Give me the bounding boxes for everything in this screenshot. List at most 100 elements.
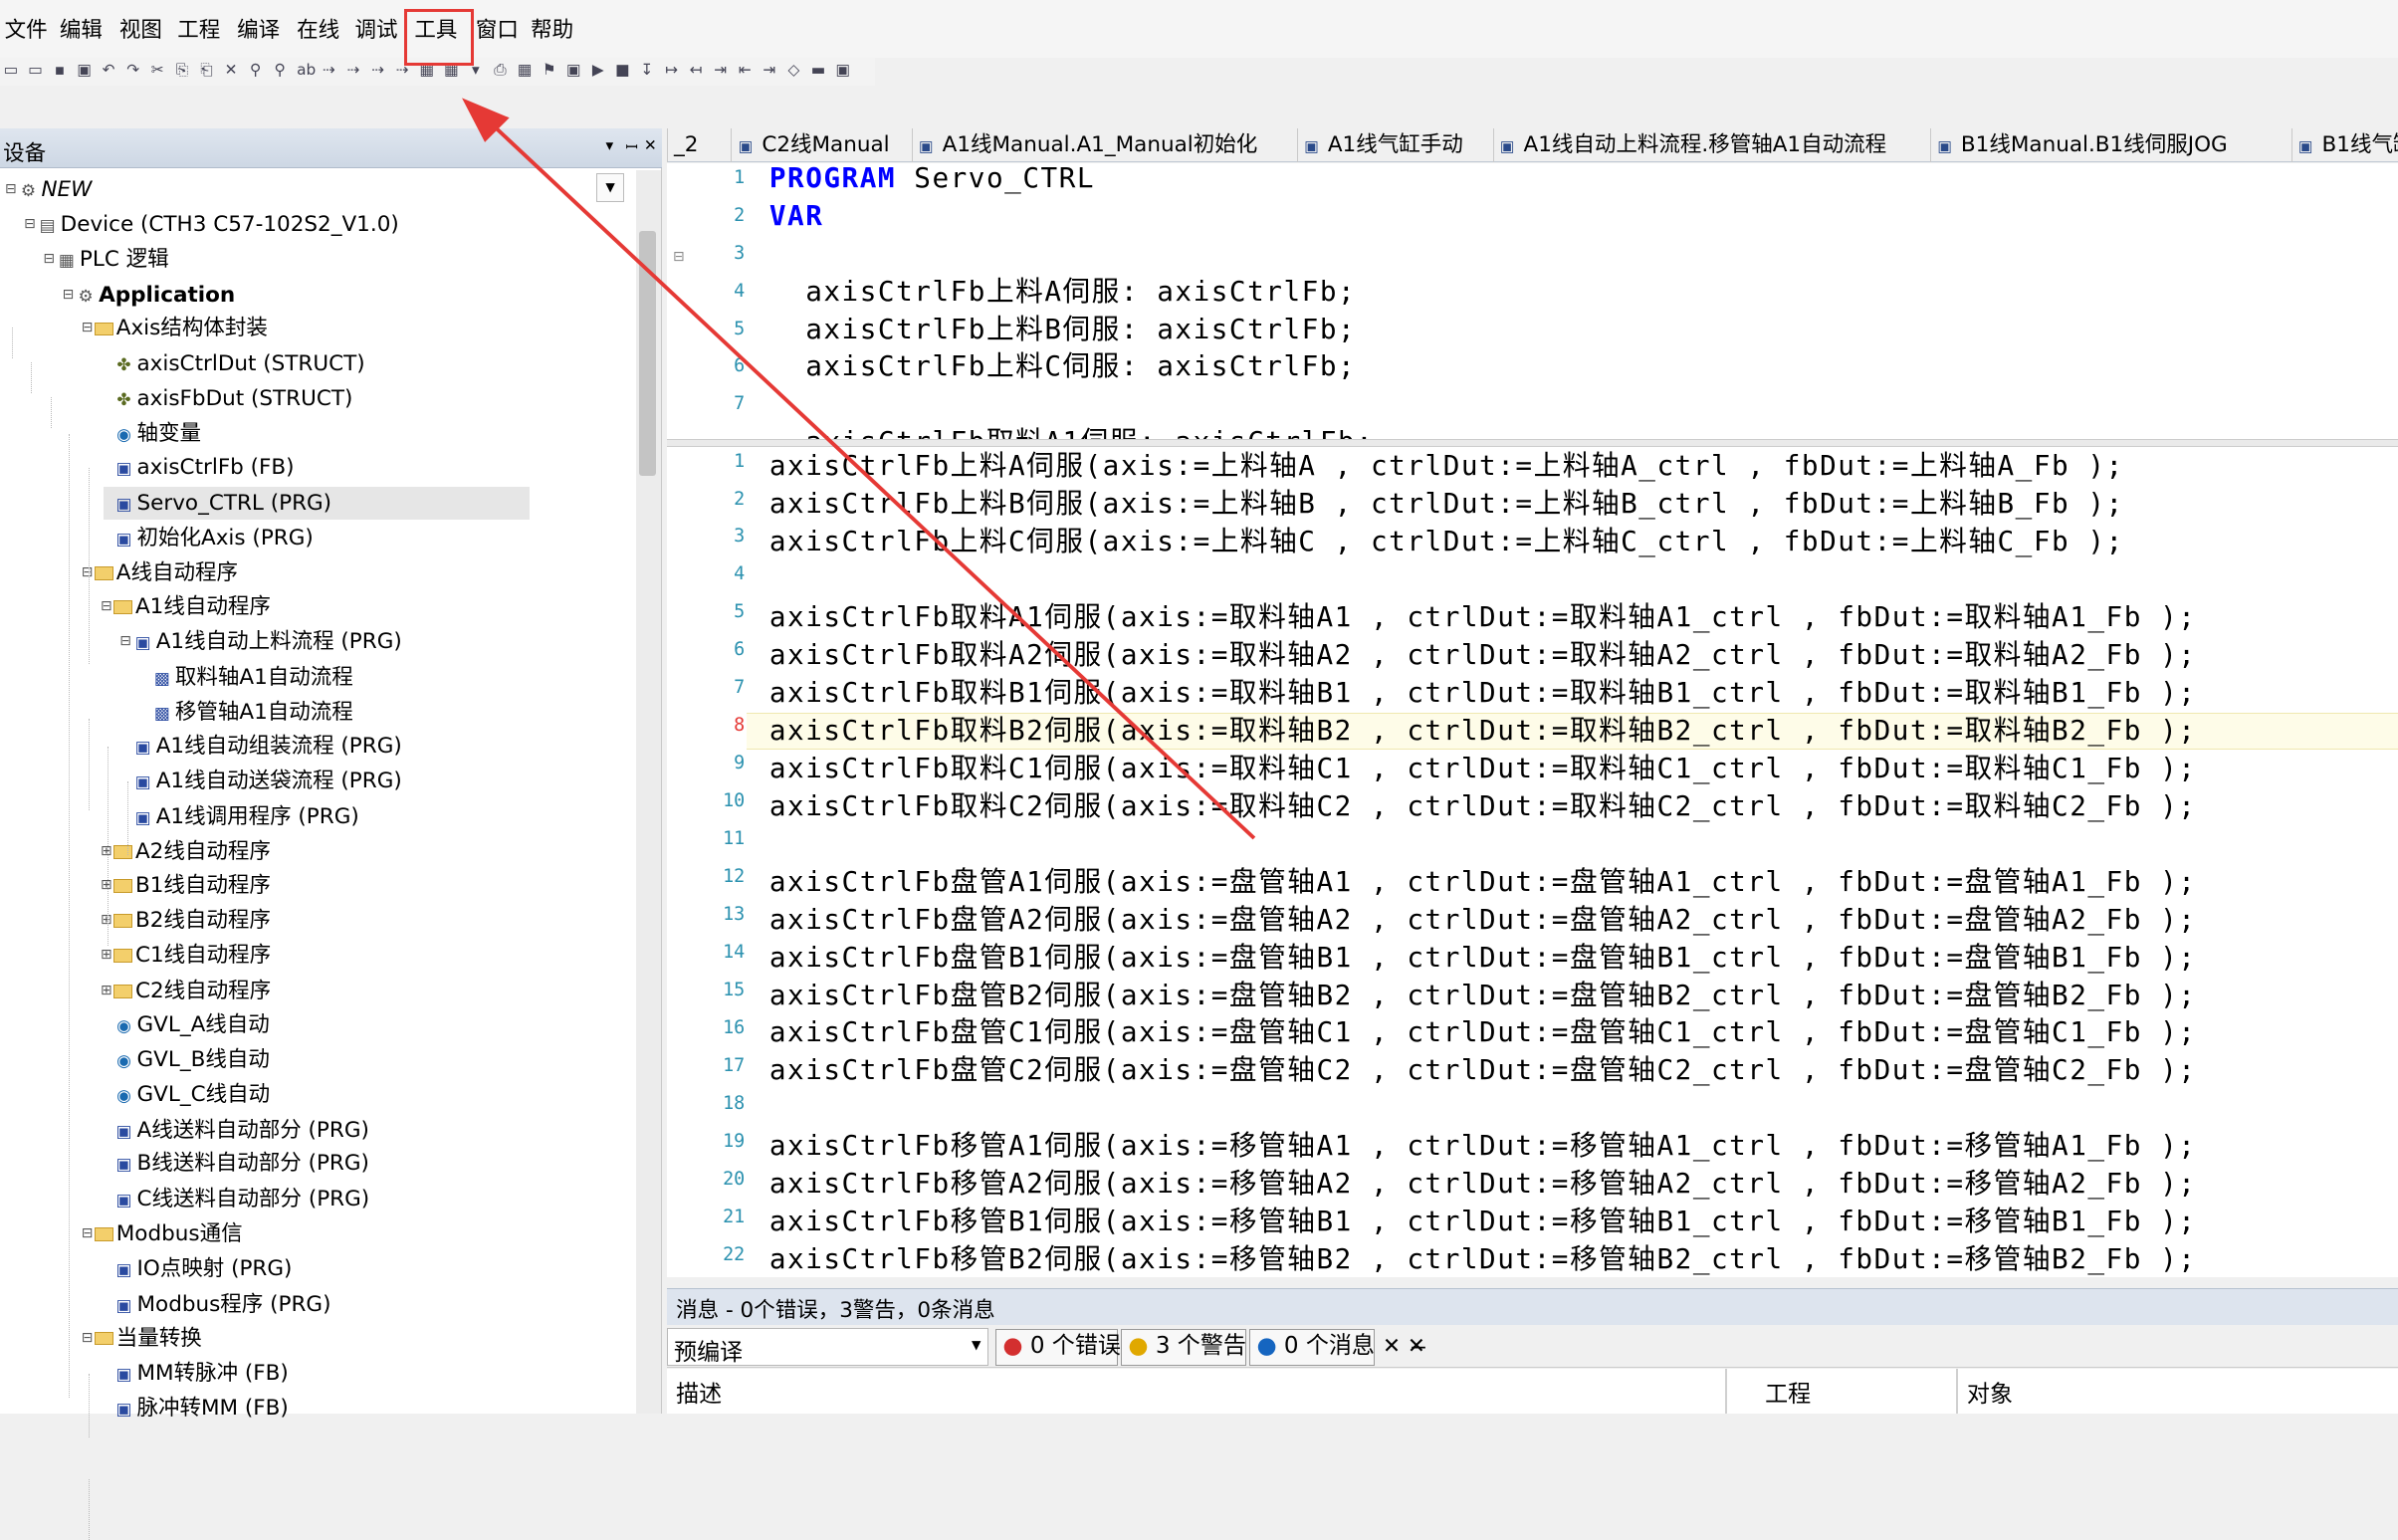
code-line[interactable]: axisCtrlFb移管B1伺服(axis:=移管轴B1 , ctrlDut:=… bbox=[769, 1204, 2197, 1240]
code-line[interactable]: axisCtrlFb移管A1伺服(axis:=移管轴A1 , ctrlDut:=… bbox=[769, 1128, 2197, 1165]
toolbar-icon[interactable]: ↤ bbox=[688, 61, 703, 79]
tree-item[interactable]: ⊟▭Modbus通信 bbox=[80, 1217, 243, 1251]
toolbar-icon[interactable]: ↦ bbox=[664, 61, 679, 79]
toolbar-icon[interactable]: ✕ bbox=[223, 61, 238, 79]
code-line[interactable]: axisCtrlFb上料B伺服: axisCtrlFb; bbox=[769, 312, 1356, 348]
code-line[interactable]: axisCtrlFb移管A2伺服(axis:=移管轴A2 , ctrlDut:=… bbox=[769, 1166, 2197, 1203]
toolbar-icon[interactable]: ⎗ bbox=[199, 61, 214, 79]
tree-item[interactable]: ⊟ ▤ Device (CTH3 C57-102S2_V1.0) bbox=[22, 208, 399, 242]
tree-item[interactable]: ▩ 移管轴A1自动流程 bbox=[137, 696, 353, 730]
editor-tab[interactable]: ▣ C2线Manual bbox=[731, 128, 911, 162]
expander-icon[interactable]: ⊟ bbox=[3, 173, 18, 207]
toolbar-icon[interactable]: ⎘ bbox=[174, 61, 189, 79]
toolbar-icon[interactable]: ⇢ bbox=[345, 61, 360, 79]
tree-item[interactable]: ⊟▭A线自动程序 bbox=[80, 556, 238, 590]
infos-filter-button[interactable]: ● 0 个消息 bbox=[1249, 1329, 1376, 1367]
expander-icon[interactable]: ⊟ bbox=[61, 279, 76, 313]
tree-item[interactable]: ▣ A1线调用程序 (PRG) bbox=[117, 800, 359, 834]
expander-icon[interactable]: ⊟ bbox=[41, 243, 56, 277]
toolbar-icon[interactable]: ▶ bbox=[590, 61, 605, 79]
tree-item[interactable]: ⊟▭Axis结构体封装 bbox=[80, 312, 268, 345]
column-object[interactable]: 对象 bbox=[1967, 1375, 2013, 1409]
expander-icon[interactable]: ⊟ bbox=[22, 208, 37, 242]
code-line[interactable]: axisCtrlFb上料A伺服(axis:=上料轴A , ctrlDut:=上料… bbox=[769, 448, 2124, 485]
menu-item-8[interactable]: 窗口 bbox=[476, 17, 519, 45]
tree-item[interactable]: ▣ MM转脉冲 (FB) bbox=[99, 1357, 288, 1391]
expander-icon[interactable]: ⊟ bbox=[80, 312, 95, 345]
code-line[interactable]: axisCtrlFb上料C伺服: axisCtrlFb; bbox=[769, 348, 1356, 385]
editor-tab[interactable]: _2 bbox=[666, 128, 732, 162]
code-line[interactable]: axisCtrlFb取料A2伺服(axis:=取料轴A2 , ctrlDut:=… bbox=[769, 637, 2197, 674]
toolbar-icon[interactable]: ⎙ bbox=[493, 61, 508, 79]
toolbar-icon[interactable]: ab bbox=[297, 61, 316, 79]
code-line[interactable]: axisCtrlFb取料B1伺服(axis:=取料轴B1 , ctrlDut:=… bbox=[769, 675, 2197, 712]
tree-item[interactable]: ◉ GVL_B线自动 bbox=[99, 1043, 270, 1077]
tree-scrollbar[interactable] bbox=[636, 169, 661, 1414]
toolbar-icon[interactable]: ⇥ bbox=[713, 61, 728, 79]
toolbar-icon[interactable]: ▣ bbox=[835, 61, 850, 79]
tree-item[interactable]: ⊟▭当量转换 bbox=[80, 1322, 202, 1356]
toolbar-icon[interactable]: ⚑ bbox=[542, 61, 556, 79]
scrollbar-thumb[interactable] bbox=[639, 231, 657, 476]
tree-item[interactable]: ⊞▭A2线自动程序 bbox=[99, 835, 271, 869]
declaration-editor[interactable]: 1 PROGRAM Servo_CTRL 2 VAR 3 4 axisCtrlFb上料A伺… bbox=[666, 163, 2398, 439]
toolbar-icon[interactable]: ▣ bbox=[77, 61, 92, 79]
toolbar-icon[interactable]: ■ bbox=[615, 61, 630, 79]
tree-item[interactable]: ◉ GVL_C线自动 bbox=[99, 1078, 270, 1112]
close-icon[interactable]: ✕ bbox=[644, 136, 657, 154]
fold-icon[interactable]: ⊟ bbox=[673, 249, 685, 265]
expander-icon[interactable]: ⊟ bbox=[117, 625, 132, 659]
tree-item[interactable]: ✤ axisFbDut (STRUCT) bbox=[99, 382, 352, 416]
code-line[interactable]: axisCtrlFb取料A1伺服: axisCtrlFb; bbox=[769, 424, 1375, 439]
tree-item[interactable]: ◉ GVL_A线自动 bbox=[99, 1008, 270, 1042]
code-line[interactable]: axisCtrlFb上料A伺服: axisCtrlFb; bbox=[769, 274, 1356, 311]
toolbar-icon[interactable]: ↧ bbox=[639, 61, 654, 79]
code-line[interactable]: axisCtrlFb取料B2伺服(axis:=取料轴B2 , ctrlDut:=… bbox=[769, 713, 2197, 750]
toolbar-icon[interactable]: ▪ bbox=[52, 61, 67, 79]
tree-item[interactable]: ▣ C线送料自动部分 (PRG) bbox=[99, 1183, 369, 1216]
editor-tab[interactable]: ▣ B1线Manual.B1线伺服JOG bbox=[1930, 128, 2291, 162]
editor-tab[interactable]: ▣ A1线气缸手动 bbox=[1296, 128, 1493, 162]
tree-item[interactable]: ⊟ ▦ PLC 逻辑 bbox=[41, 243, 168, 277]
editor-tab[interactable]: ▣ A1线自动上料流程.移管轴A1自动流程 bbox=[1492, 128, 1930, 162]
toolbar-icon[interactable]: ⇢ bbox=[370, 61, 385, 79]
menu-item-0[interactable]: 文件 bbox=[5, 17, 48, 45]
code-line[interactable]: PROGRAM Servo_CTRL bbox=[769, 163, 1095, 197]
tree-item[interactable]: ▣ IO点映射 (PRG) bbox=[99, 1252, 292, 1286]
toolbar-icon[interactable]: ⚲ bbox=[248, 61, 263, 79]
expander-icon[interactable]: ⊟ bbox=[80, 1322, 95, 1356]
tree-item[interactable]: ▣ B线送料自动部分 (PRG) bbox=[99, 1147, 368, 1181]
menu-item-1[interactable]: 编辑 bbox=[60, 17, 103, 45]
menu-item-3[interactable]: 工程 bbox=[177, 17, 220, 45]
menu-item-2[interactable]: 视图 bbox=[119, 17, 162, 45]
pin-icon[interactable]: ꟷ bbox=[625, 136, 638, 157]
tree-item[interactable]: ✤ axisCtrlDut (STRUCT) bbox=[99, 347, 364, 381]
tree-item[interactable]: ⊟ ⚙ Application bbox=[61, 279, 236, 313]
code-line[interactable]: axisCtrlFb盘管C1伺服(axis:=盘管轴C1 , ctrlDut:=… bbox=[769, 1014, 2197, 1051]
column-project[interactable]: 工程 bbox=[1765, 1375, 1811, 1409]
tree-item[interactable]: ◉ 轴变量 bbox=[99, 417, 201, 451]
toolbar-icon[interactable]: ▬ bbox=[810, 61, 826, 79]
menu-item-4[interactable]: 编译 bbox=[237, 17, 280, 45]
code-line[interactable]: axisCtrlFb取料A1伺服(axis:=取料轴A1 , ctrlDut:=… bbox=[769, 599, 2197, 636]
tree-item[interactable]: ▣ Servo_CTRL (PRG) bbox=[99, 487, 331, 521]
tree-item[interactable]: ▣ A1线自动送袋流程 (PRG) bbox=[117, 765, 402, 798]
toolbar-icon[interactable]: ✂ bbox=[150, 61, 165, 79]
expander-icon[interactable]: ⊞ bbox=[99, 975, 113, 1008]
tree-item[interactable]: ▣ 初始化Axis (PRG) bbox=[99, 522, 313, 555]
code-line[interactable]: axisCtrlFb上料B伺服(axis:=上料轴B , ctrlDut:=上料… bbox=[769, 486, 2124, 523]
expander-icon[interactable]: ⊟ bbox=[80, 1217, 95, 1251]
code-line[interactable]: axisCtrlFb盘管A2伺服(axis:=盘管轴A2 , ctrlDut:=… bbox=[769, 902, 2197, 939]
toolbar-icon[interactable]: ⇤ bbox=[738, 61, 753, 79]
column-description[interactable]: 描述 bbox=[676, 1375, 722, 1409]
code-line[interactable]: VAR bbox=[769, 198, 824, 235]
toolbar-icon[interactable]: ⇢ bbox=[322, 61, 336, 79]
toolbar-icon[interactable]: ⚲ bbox=[272, 61, 287, 79]
menu-item-9[interactable]: 帮助 bbox=[531, 17, 573, 45]
toolbar-icon[interactable]: ⇥ bbox=[762, 61, 776, 79]
expander-icon[interactable]: ⊟ bbox=[99, 590, 113, 624]
tree-item[interactable]: ⊟ ▣ A1线自动上料流程 (PRG) bbox=[117, 625, 402, 659]
tree-item[interactable]: ▣ Modbus程序 (PRG) bbox=[99, 1288, 330, 1322]
tree-item[interactable]: ▣ A1线自动组装流程 (PRG) bbox=[117, 730, 402, 764]
tree-item[interactable]: ⊞▭B2线自动程序 bbox=[99, 904, 271, 938]
